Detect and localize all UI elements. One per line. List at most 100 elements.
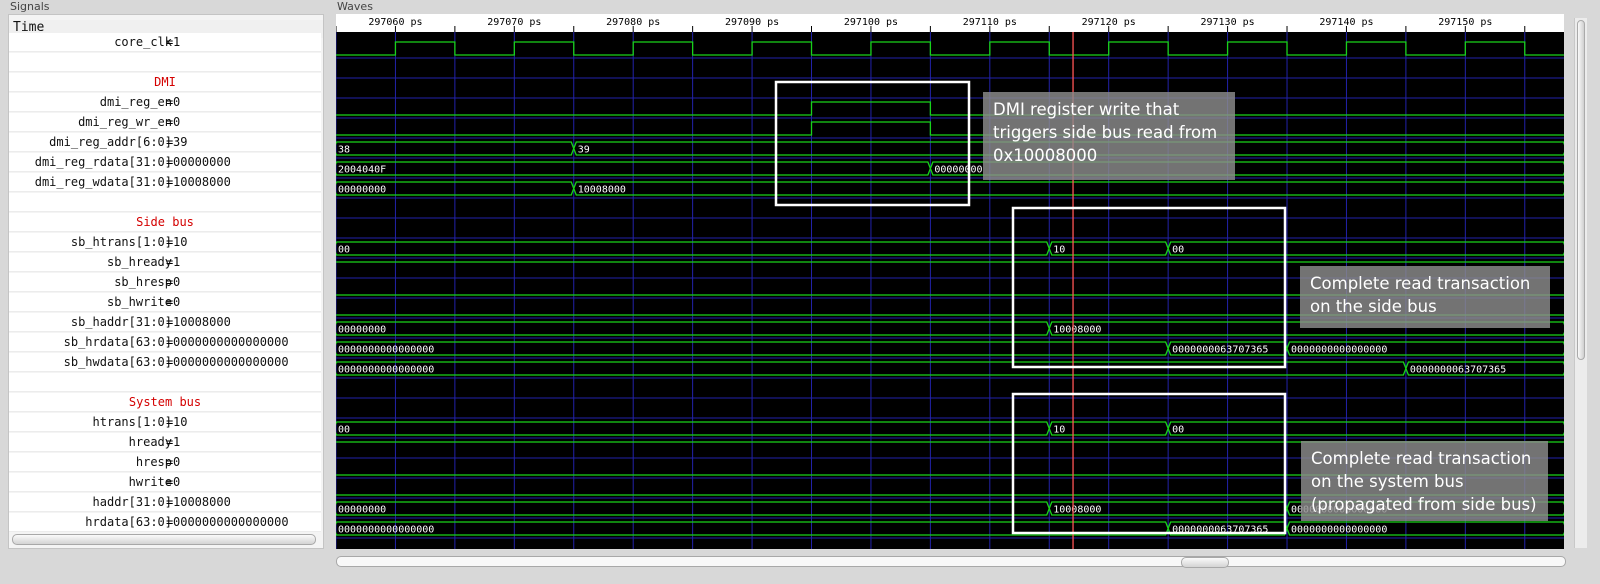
- bus-value-label: 0000000063707365: [1172, 345, 1268, 356]
- signal-name: sb_hready: [106, 255, 172, 269]
- signal-blank-row[interactable]: [9, 193, 321, 212]
- callout-system-bus-line: on the system bus: [1311, 472, 1464, 491]
- signal-row[interactable]: dmi_reg_addr[6:0] = 39: [9, 133, 321, 152]
- signal-value: 0000000000000000: [173, 355, 289, 369]
- waves-horizontal-scrollbar-thumb[interactable]: [1181, 557, 1229, 568]
- signal-name: dmi_reg_rdata[31:0]: [34, 155, 172, 169]
- waves-vertical-scrollbar-track[interactable]: [1574, 18, 1587, 548]
- signal-value: 0: [173, 455, 181, 469]
- signal-row[interactable]: hresp = 0: [9, 453, 321, 472]
- signal-value: 10008000: [173, 315, 231, 329]
- signal-row[interactable]: dmi_reg_wdata[31:0] = 10008000: [9, 173, 321, 192]
- signal-name: sb_hwdata[63:0]: [63, 355, 172, 369]
- signal-value: 10008000: [173, 175, 231, 189]
- callout-dmi-write-line: 0x10008000: [993, 146, 1098, 165]
- signal-row[interactable]: sb_hwdata[63:0] = 0000000000000000: [9, 353, 321, 372]
- signal-blank-row[interactable]: [9, 53, 321, 72]
- callout-side-bus-line: Complete read transaction: [1310, 274, 1531, 293]
- signal-name: htrans[1:0]: [92, 415, 172, 429]
- signal-name: dmi_reg_wdata[31:0]: [34, 175, 172, 189]
- time-tick-label: 297120 ps: [1082, 17, 1136, 28]
- signal-value: 00000000: [173, 155, 231, 169]
- bus-value-label: 10008000: [578, 185, 626, 196]
- time-tick-label: 297140 ps: [1319, 17, 1373, 28]
- time-tick-label: 297090 ps: [725, 17, 779, 28]
- signal-value: 10: [173, 415, 188, 429]
- signal-row[interactable]: dmi_reg_wr_en = 0: [9, 113, 321, 132]
- signals-panel[interactable]: Time core_clk = 1 DMI dmi_reg_en = 0 dmi_reg_wr…: [8, 14, 324, 549]
- waves-vertical-scrollbar-thumb[interactable]: [1577, 20, 1585, 360]
- signal-name: haddr[31:0]: [92, 495, 172, 509]
- signal-group-label: DMI: [154, 75, 176, 89]
- signal-value: 1: [173, 435, 181, 449]
- time-tick-label: 297060 ps: [368, 17, 422, 28]
- signal-row[interactable]: hready = 1: [9, 433, 321, 452]
- bus-value-label: 2004040F: [338, 165, 386, 176]
- signal-row[interactable]: sb_hready = 1: [9, 253, 321, 272]
- time-tick-label: 297100 ps: [844, 17, 898, 28]
- bus-value-label: 00000000: [338, 325, 386, 336]
- callout-dmi-write-line: triggers side bus read from: [993, 123, 1218, 142]
- bus-value-label: 00000000: [338, 185, 386, 196]
- signal-row[interactable]: sb_hwrite = 0: [9, 293, 321, 312]
- bus-value-label: 10008000: [1053, 325, 1101, 336]
- signal-group-header[interactable]: Side bus: [9, 213, 321, 232]
- signal-row[interactable]: sb_hresp = 0: [9, 273, 321, 292]
- signal-group-label: Side bus: [136, 215, 194, 229]
- signal-row[interactable]: dmi_reg_rdata[31:0] = 00000000: [9, 153, 321, 172]
- waves-pane-title: Waves: [337, 0, 373, 13]
- bus-value-label: 10: [1053, 425, 1065, 436]
- bus-value-label: 39: [578, 145, 590, 156]
- time-tick-label: 297150 ps: [1438, 17, 1492, 28]
- signal-row[interactable]: hwrite = 0: [9, 473, 321, 492]
- signal-value: 0: [173, 275, 181, 289]
- bus-value-label: 00000000: [338, 505, 386, 516]
- bus-value-label: 10008000: [1053, 505, 1101, 516]
- callout-system-bus-read: Complete read transaction on the system …: [1301, 441, 1548, 521]
- signal-group-header[interactable]: DMI: [9, 73, 321, 92]
- callout-dmi-write: DMI register write that triggers side bu…: [983, 92, 1235, 180]
- signal-value: 1: [173, 35, 181, 49]
- signal-value: 0: [173, 115, 181, 129]
- signal-group-label: System bus: [128, 395, 202, 409]
- signal-row[interactable]: sb_htrans[1:0] = 10: [9, 233, 321, 252]
- signal-row[interactable]: sb_haddr[31:0] = 10008000: [9, 313, 321, 332]
- bus-value-label: 00: [338, 245, 350, 256]
- signal-name: sb_haddr[31:0]: [70, 315, 172, 329]
- signal-name: sb_hresp: [114, 275, 172, 289]
- bus-value-label: 0000000063707365: [1410, 365, 1506, 376]
- signal-row[interactable]: htrans[1:0] = 10: [9, 413, 321, 432]
- signal-blank-row[interactable]: [9, 373, 321, 392]
- bus-value-label: 0000000000000000: [338, 345, 434, 356]
- signal-name: sb_hwrite: [106, 295, 172, 309]
- signal-row[interactable]: haddr[31:0] = 10008000: [9, 493, 321, 512]
- bus-value-label: 0000000000000000: [338, 525, 434, 536]
- signal-value: 0: [173, 95, 181, 109]
- signal-name: hrdata[63:0]: [85, 515, 172, 529]
- signal-value: 10: [173, 235, 188, 249]
- signal-name: dmi_reg_en: [99, 95, 172, 109]
- signal-row[interactable]: hrdata[63:0] = 0000000000000000: [9, 513, 321, 532]
- signal-row[interactable]: core_clk = 1: [9, 33, 321, 52]
- time-tick-label: 297080 ps: [606, 17, 660, 28]
- signal-value: 0000000000000000: [173, 335, 289, 349]
- signal-name: core_clk: [114, 35, 172, 49]
- signals-horizontal-scrollbar[interactable]: [12, 534, 316, 545]
- callout-system-bus-line: (propagated from side bus): [1311, 495, 1537, 514]
- time-tick-label: 297110 ps: [963, 17, 1017, 28]
- signal-value: 0: [173, 295, 181, 309]
- signals-pane-title: Signals: [10, 0, 50, 13]
- signal-name: sb_hrdata[63:0]: [63, 335, 172, 349]
- signal-row[interactable]: dmi_reg_en = 0: [9, 93, 321, 112]
- signal-value: 10008000: [173, 495, 231, 509]
- callout-side-bus-line: on the side bus: [1310, 297, 1437, 316]
- bus-value-label: 0000000000000000: [338, 365, 434, 376]
- waves-horizontal-scrollbar-track[interactable]: [336, 556, 1566, 568]
- signal-value: 0: [173, 475, 181, 489]
- bus-value-label: 10: [1053, 245, 1065, 256]
- bus-value-label: 00000000: [934, 165, 982, 176]
- signal-name: dmi_reg_wr_en: [78, 115, 172, 129]
- signal-group-header[interactable]: System bus: [9, 393, 321, 412]
- signal-row[interactable]: sb_hrdata[63:0] = 0000000000000000: [9, 333, 321, 352]
- signal-name: dmi_reg_addr[6:0]: [49, 135, 172, 149]
